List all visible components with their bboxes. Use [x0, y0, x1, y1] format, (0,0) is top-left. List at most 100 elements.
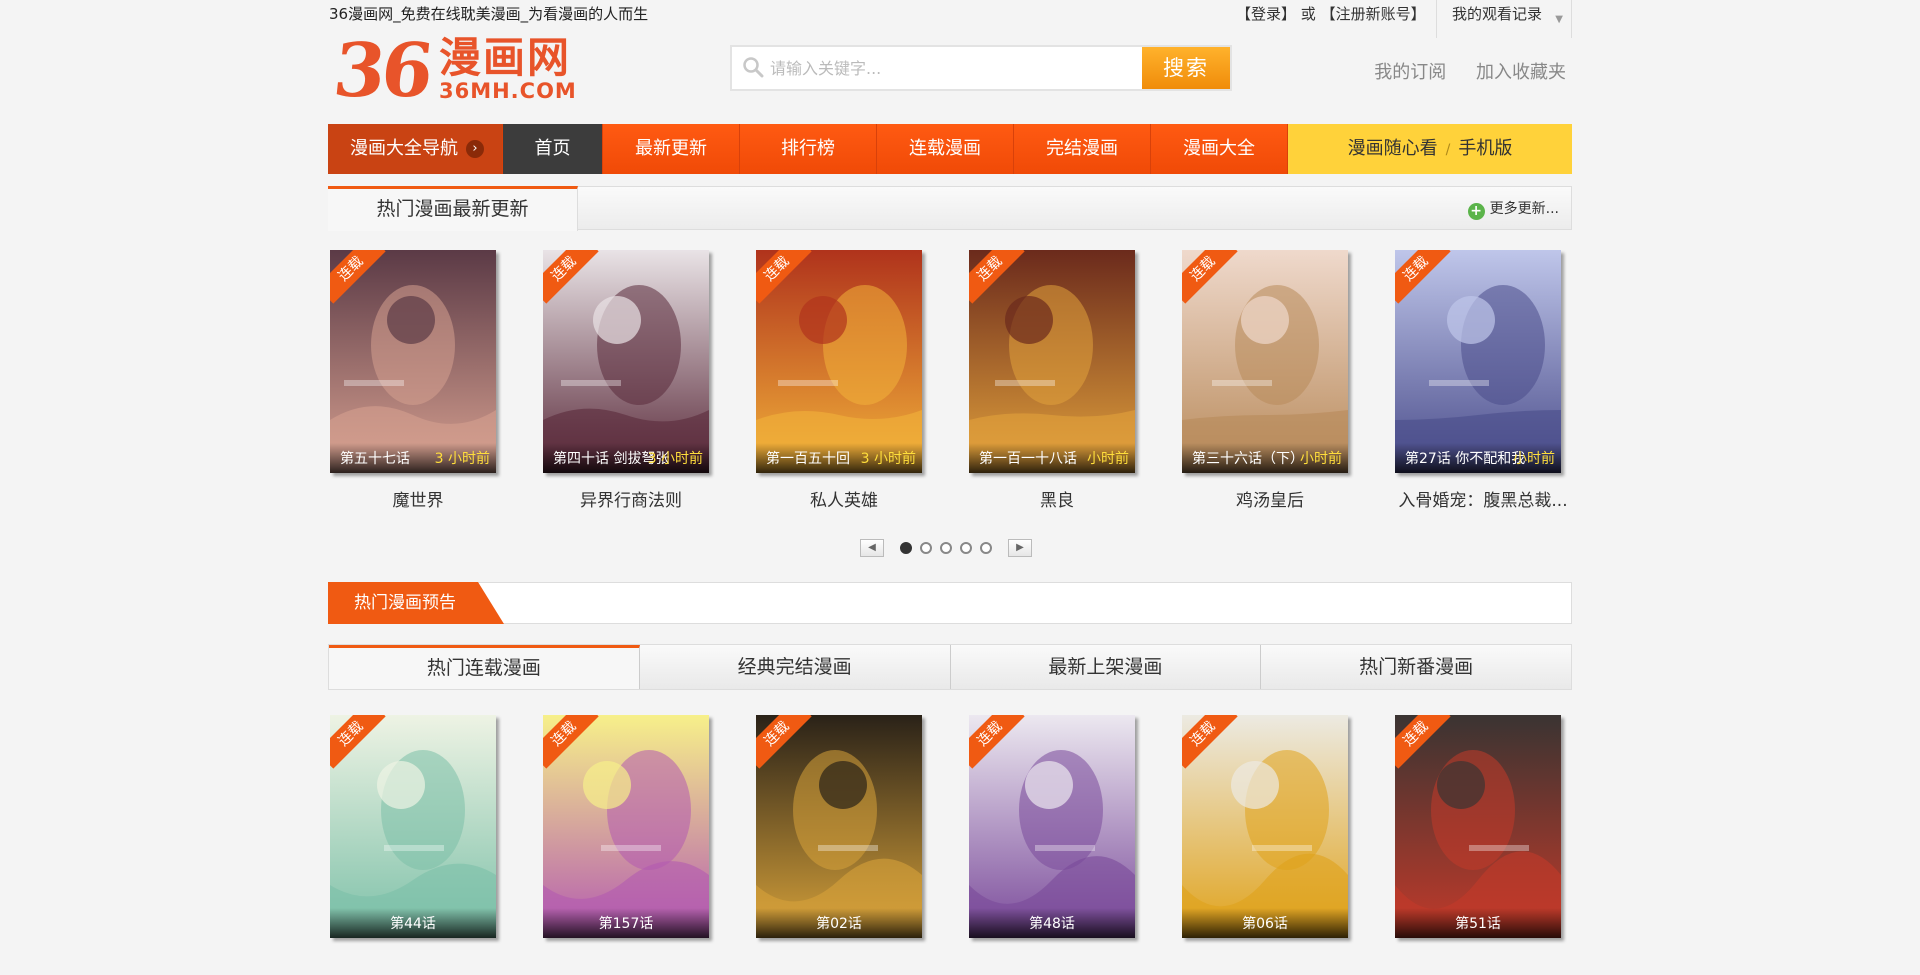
comic-title[interactable]: 异界行商法则 [541, 486, 721, 511]
hot-updates-title: 热门漫画最新更新 [328, 186, 578, 231]
chapter-caption: 第四十话 剑拔弩张 3 小时前 [543, 443, 709, 473]
cover-image [969, 250, 1135, 473]
nav-finished[interactable]: 完结漫画 [1014, 124, 1151, 174]
site-logo[interactable]: 36 漫画网 36MH.COM [329, 28, 577, 114]
comic-title[interactable]: 私人英雄 [754, 486, 934, 511]
search-button[interactable]: 搜索 [1142, 47, 1230, 89]
update-time: 3 小时前 [860, 451, 916, 467]
pager-dots [896, 542, 996, 554]
cover-image [330, 715, 496, 938]
add-favorite-link[interactable]: 加入收藏夹 [1476, 62, 1566, 83]
category-tabs: 热门连载漫画 经典完结漫画 最新上架漫画 热门新番漫画 [328, 644, 1572, 690]
chapter-label: 第三十六话（下） [1192, 451, 1304, 467]
chapter-label: 第44话 [390, 916, 436, 932]
history-label: 我的观看记录 [1452, 5, 1543, 23]
update-time: 小时前 [1513, 451, 1555, 467]
comic-cover[interactable]: 连载 第06话 [1182, 715, 1348, 938]
pager-next-button[interactable]: ▶ [1008, 539, 1032, 557]
logo-title: 漫画网 [438, 33, 571, 82]
comic-cover[interactable]: 连载 第五十七话 3 小时前 [330, 250, 496, 473]
cover-image [756, 715, 922, 938]
pager-prev-button[interactable]: ◀ [860, 539, 884, 557]
chapter-label: 第06话 [1242, 916, 1288, 932]
site-tagline: 36漫画网_免费在线耽美漫画_为看漫画的人而生 [329, 5, 649, 23]
chapter-label: 第48话 [1029, 916, 1075, 932]
logo-domain: 36MH.COM [438, 79, 577, 103]
comic-cover[interactable]: 连载 第48话 [969, 715, 1135, 938]
chapter-caption: 第五十七话 3 小时前 [330, 443, 496, 473]
nav-all[interactable]: 漫画大全 [1151, 124, 1288, 174]
plus-icon: + [1467, 203, 1485, 220]
hot-updates-header: 热门漫画最新更新 + 更多更新... [328, 186, 1572, 231]
comic-cover[interactable]: 连载 第三十六话（下） 小时前 [1182, 250, 1348, 473]
header: 36 漫画网 36MH.COM 搜索 我的订阅 加入收藏夹 [328, 26, 1572, 122]
chapter-caption: 第157话 [543, 908, 709, 938]
comic-cover[interactable]: 连载 第02话 [756, 715, 922, 938]
cover-image [1395, 250, 1561, 473]
tab-3[interactable]: 最新上架漫画 [951, 645, 1262, 689]
search-icon [742, 56, 764, 78]
carousel-pager: ◀ ▶ [860, 538, 1032, 558]
update-time: 小时前 [1087, 451, 1129, 467]
pager-dot[interactable] [900, 542, 912, 554]
pager-dot[interactable] [980, 542, 992, 554]
comic-cover[interactable]: 连载 第51话 [1395, 715, 1561, 938]
update-time: 3 小时前 [434, 451, 490, 467]
cover-image [756, 250, 922, 473]
comic-title[interactable]: 鸡汤皇后 [1180, 486, 1360, 511]
cover-image [543, 715, 709, 938]
chapter-label: 第51话 [1455, 916, 1501, 932]
pager-dot[interactable] [920, 542, 932, 554]
nav-home[interactable]: 首页 [503, 124, 603, 174]
tab-4[interactable]: 热门新番漫画 [1261, 645, 1571, 689]
main-nav: 漫画大全导航 › 首页 最新更新 排行榜 连载漫画 完结漫画 漫画大全 漫画随心看… [328, 124, 1572, 174]
cover-image [1182, 250, 1348, 473]
register-link[interactable]: 【注册新账号】 [1321, 5, 1426, 23]
comic-title[interactable]: 黑良 [967, 486, 1147, 511]
nav-mobile[interactable]: 漫画随心看 / 手机版 [1288, 124, 1572, 174]
comic-cover[interactable]: 连载 第四十话 剑拔弩张 3 小时前 [543, 250, 709, 473]
nav-serial[interactable]: 连载漫画 [877, 124, 1014, 174]
nav-ranking[interactable]: 排行榜 [740, 124, 877, 174]
update-time: 小时前 [1300, 451, 1342, 467]
comic-cover[interactable]: 连载 第44话 [330, 715, 496, 938]
page: 36漫画网_免费在线耽美漫画_为看漫画的人而生 【登录】 或 【注册新账号】 我… [328, 0, 1572, 938]
chapter-label: 第一百一十八话 [979, 451, 1077, 467]
more-updates-label: 更多更新... [1489, 201, 1559, 217]
cover-image [543, 250, 709, 473]
chapter-caption: 第27话 你不配和我 小时前 [1395, 443, 1561, 473]
preview-title: 热门漫画预告 [328, 582, 504, 624]
chapter-caption: 第一百一十八话 小时前 [969, 443, 1135, 473]
comic-cover[interactable]: 连载 第一百五十回 3 小时前 [756, 250, 922, 473]
comic-cover[interactable]: 连载 第一百一十八话 小时前 [969, 250, 1135, 473]
chapter-caption: 第02话 [756, 908, 922, 938]
tab-1[interactable]: 热门连载漫画 [329, 645, 640, 689]
chapter-label: 第157话 [598, 916, 654, 932]
nav-mobile-sep: / [1445, 142, 1451, 158]
auth-links: 【登录】 或 【注册新账号】 [1236, 3, 1426, 24]
update-time: 3 小时前 [647, 451, 703, 467]
nav-latest[interactable]: 最新更新 [603, 124, 740, 174]
pager-dot[interactable] [940, 542, 952, 554]
logo-number: 36 [329, 28, 434, 114]
search-box: 搜索 [730, 45, 1232, 91]
cover-image [969, 715, 1135, 938]
chevron-right-icon: › [466, 140, 484, 158]
comic-cover[interactable]: 连载 第157话 [543, 715, 709, 938]
chapter-caption: 第44话 [330, 908, 496, 938]
my-subscription-link[interactable]: 我的订阅 [1374, 62, 1446, 83]
more-updates-link[interactable]: + 更多更新... [1467, 198, 1559, 220]
chapter-caption: 第一百五十回 3 小时前 [756, 443, 922, 473]
login-link[interactable]: 【登录】 [1236, 5, 1296, 23]
pager-dot[interactable] [960, 542, 972, 554]
comic-cover[interactable]: 连载 第27话 你不配和我 小时前 [1395, 250, 1561, 473]
nav-guide[interactable]: 漫画大全导航 › [328, 124, 503, 174]
tab-comics-list: 连载 第44话 连载 第157话 连载 第02话 连载 第48话 连载 第06话 连载 第51话 [328, 715, 1572, 975]
tab-2[interactable]: 经典完结漫画 [640, 645, 951, 689]
comic-title[interactable]: 入骨婚宠：腹黑总裁... [1393, 486, 1573, 511]
chapter-caption: 第06话 [1182, 908, 1348, 938]
top-bar: 36漫画网_免费在线耽美漫画_为看漫画的人而生 【登录】 或 【注册新账号】 我… [328, 0, 1572, 38]
search-input[interactable] [770, 51, 1130, 85]
comic-title[interactable]: 魔世界 [328, 486, 508, 511]
nav-guide-label: 漫画大全导航 [350, 138, 458, 159]
